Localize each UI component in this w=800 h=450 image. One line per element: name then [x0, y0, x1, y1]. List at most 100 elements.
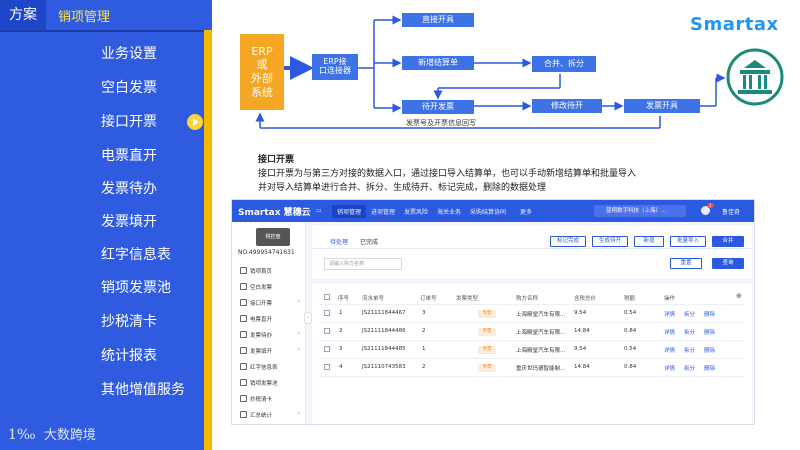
user-menu[interactable]: 鲁佳奇 — [722, 207, 740, 216]
tax-authority-emblem — [726, 48, 784, 106]
cell-total: 14.84 — [574, 328, 590, 334]
row-checkbox[interactable] — [324, 346, 330, 352]
delete-link[interactable]: 删除 — [704, 346, 715, 354]
cell-buyer: 上海殿堂汽车有限... — [516, 330, 566, 336]
side-item-pool[interactable]: 销项发票池 — [240, 379, 278, 387]
detail-link[interactable]: 详情 — [664, 346, 675, 354]
settings-icon[interactable]: ⊕ — [736, 292, 742, 300]
new-settlement-box: 新增结算单 — [402, 56, 474, 70]
menu-item-other-services[interactable]: 其他增值服务 — [0, 376, 204, 404]
delete-link[interactable]: 删除 — [704, 310, 715, 318]
col-header-no: 序号 — [338, 296, 350, 302]
menu-item-stat-report[interactable]: 统计报表 — [0, 342, 204, 370]
side-item-interface[interactable]: 接口开票 — [240, 299, 272, 307]
tab-xiaoxiang[interactable]: 销项管理 — [46, 0, 212, 30]
mark-done-button[interactable]: 标记完成 — [550, 236, 586, 247]
merge-button[interactable]: 合并 — [712, 236, 744, 247]
cell-no: 2 — [339, 328, 343, 334]
tab-completed[interactable]: 已完成 — [360, 237, 378, 246]
tab-fangan[interactable]: 方案 — [0, 0, 46, 30]
side-item-red-info[interactable]: 红字信息表 — [240, 363, 278, 371]
cell-total: 9.54 — [574, 310, 587, 316]
title-divider — [0, 30, 212, 32]
menu-item-red-info-table[interactable]: 红字信息表 — [0, 241, 204, 269]
add-button[interactable]: 新增 — [634, 236, 664, 247]
nav-more[interactable]: 更多 — [520, 207, 532, 216]
side-item-summary[interactable]: 汇总统计 — [240, 411, 272, 419]
menu-item-e-invoice-direct[interactable]: 电票直开 — [0, 142, 204, 170]
split-link[interactable]: 拆分 — [684, 364, 695, 372]
side-item-home[interactable]: 销项首页 — [240, 267, 272, 275]
side-item-e-direct[interactable]: 电票直开 — [240, 315, 272, 323]
nav-purchase-settlement[interactable]: 采购结算协同 — [470, 207, 506, 216]
side-item-blank[interactable]: 空白发票 — [240, 283, 272, 291]
invoice-type-tag: 专票 — [478, 310, 496, 318]
menu-item-output-pool[interactable]: 销项发票池 — [0, 274, 204, 302]
direct-issue-box: 直接开具 — [402, 13, 474, 27]
logo-mark: 1‰ — [8, 427, 36, 443]
invoice-type-tag: 专票 — [478, 346, 496, 354]
nav-invoice-risk[interactable]: 发票风险 — [404, 207, 428, 216]
row-checkbox[interactable] — [324, 328, 330, 334]
cell-tax: 0.84 — [624, 328, 637, 334]
cell-tax: 0.54 — [624, 310, 637, 316]
gen-pending-button[interactable]: 生成待开 — [592, 236, 628, 247]
cell-tax: 0.84 — [624, 364, 637, 370]
erp-label: ERP 或 外部 系统 — [251, 44, 273, 99]
row-checkbox[interactable] — [324, 310, 330, 316]
split-link[interactable]: 拆分 — [684, 310, 695, 318]
detail-link[interactable]: 详情 — [664, 328, 675, 336]
notification-badge: 1 — [707, 203, 714, 208]
select-all-checkbox[interactable] — [324, 294, 330, 300]
company-logo: 1‰ 大数跨境 — [8, 424, 96, 443]
menu-item-invoice-todo[interactable]: 发票待办 — [0, 175, 204, 203]
collapse-handle[interactable]: ‹ — [304, 312, 312, 324]
cell-total: 14.84 — [574, 364, 590, 370]
tab-divider — [312, 248, 752, 249]
header-divider — [320, 304, 744, 305]
cell-order: 3 — [422, 310, 426, 316]
buyer-name-search-input[interactable]: 请输入购方名称 — [324, 258, 402, 270]
monitor-icon[interactable]: ▭ — [316, 207, 322, 214]
menu-item-blank-invoice[interactable]: 空白发票 — [0, 74, 204, 102]
nav-input-mgmt[interactable]: 进项管理 — [371, 207, 395, 216]
cell-total: 9.54 — [574, 346, 587, 352]
app-main: 待处理 已完成 标记完成 生成待开 新增 批量导入 合并 请输入购方名称 重置 … — [312, 226, 752, 424]
split-link[interactable]: 拆分 — [684, 346, 695, 354]
detail-link[interactable]: 详情 — [664, 310, 675, 318]
chevron-right-icon: › — [298, 346, 301, 353]
col-header-ops: 操作 — [664, 296, 676, 302]
cell-no: 3 — [339, 346, 343, 352]
invoice-type-tag: 专票 — [478, 364, 496, 372]
invoice-type-tag: 专票 — [478, 328, 496, 336]
search-button[interactable]: 查询 — [712, 258, 744, 269]
menu-item-business-settings[interactable]: 业务设置 — [0, 40, 204, 68]
batch-import-button[interactable]: 批量导入 — [670, 236, 706, 247]
col-header-buyer: 购方名称 — [516, 296, 539, 302]
delete-link[interactable]: 删除 — [704, 364, 715, 372]
row-checkbox[interactable] — [324, 364, 330, 370]
side-item-tax-clear[interactable]: 抄税清卡 — [240, 395, 272, 403]
side-item-fill[interactable]: 发票填开 — [240, 347, 272, 355]
cell-serial: JS21111844467 — [362, 310, 406, 316]
cell-order: 1 — [422, 346, 426, 352]
tax-device-card[interactable]: 税控盘 — [256, 228, 290, 246]
menu-item-tax-clear[interactable]: 抄税清卡 — [0, 308, 204, 336]
col-header-type: 发票类型 — [456, 296, 479, 302]
menu-item-interface-invoicing[interactable]: 接口开票 — [0, 108, 204, 136]
delete-link[interactable]: 删除 — [704, 328, 715, 336]
split-link[interactable]: 拆分 — [684, 328, 695, 336]
device-number: NO.499954741631 — [238, 249, 295, 256]
cell-serial: JS21110743583 — [362, 364, 406, 370]
menu-item-invoice-fill[interactable]: 发票填开 — [0, 208, 204, 236]
reset-button[interactable]: 重置 — [670, 258, 702, 269]
nav-output-mgmt[interactable]: 销项管理 — [332, 205, 367, 218]
detail-link[interactable]: 详情 — [664, 364, 675, 372]
side-item-todo[interactable]: 发票待办 — [240, 331, 272, 339]
company-selector[interactable]: 蓝翔数字科技（上海）... — [594, 205, 686, 217]
cell-serial: JS21111844486 — [362, 328, 406, 334]
accent-bar — [204, 30, 212, 450]
col-header-tax: 税额 — [624, 296, 636, 302]
modify-pending-box: 修改待开 — [532, 99, 602, 113]
nav-customs[interactable]: 海关业务 — [437, 207, 461, 216]
